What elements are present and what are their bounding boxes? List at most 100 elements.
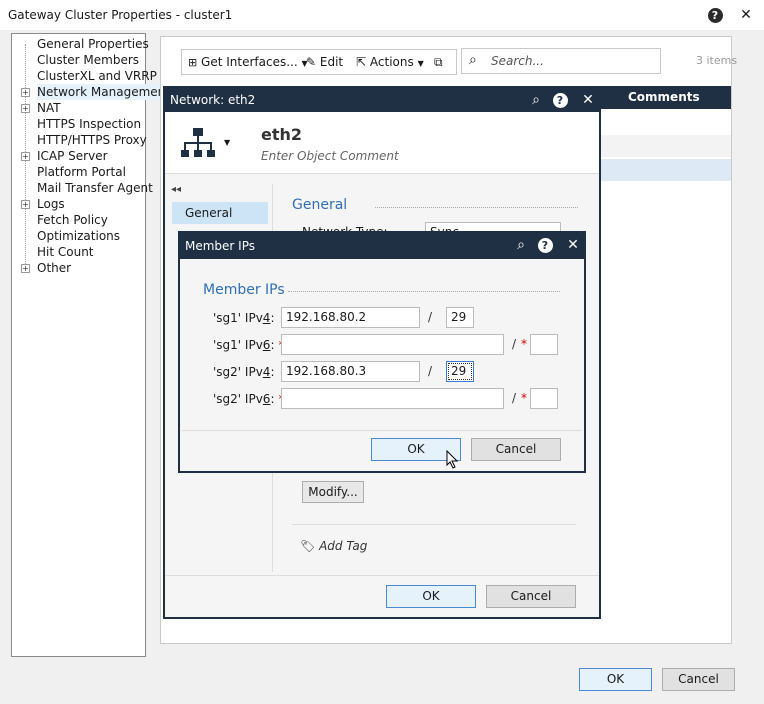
- ip-address-input[interactable]: 192.168.80.3: [281, 361, 420, 382]
- tree-item-label: Cluster Members: [37, 53, 140, 67]
- member-ip-label: 'sg1' IPv6:*: [213, 338, 284, 352]
- mask-separator: /: [428, 364, 433, 378]
- tree-item-label: HTTPS Inspection: [37, 117, 142, 131]
- ip-address-input[interactable]: [281, 334, 504, 355]
- member-ip-row: 'sg1' IPv6:* / *: [180, 334, 584, 356]
- actions-icon: ⇱: [356, 55, 367, 69]
- section-general-heading: General: [292, 197, 348, 213]
- search-input[interactable]: ⌕ Search...: [461, 48, 661, 74]
- cancel-button[interactable]: Cancel: [486, 585, 576, 608]
- column-header-comments[interactable]: Comments: [600, 86, 731, 109]
- close-icon[interactable]: ✕: [564, 236, 582, 254]
- tree-item-label: Fetch Policy: [37, 213, 108, 227]
- get-interfaces-icon: ⊞: [188, 56, 198, 69]
- search-icon[interactable]: ⌕: [512, 236, 530, 254]
- tree-item-label: Other: [37, 261, 72, 275]
- edit-button[interactable]: ✎ Edit: [306, 50, 343, 74]
- search-placeholder: Search...: [491, 54, 544, 68]
- member-ips-title: Member IPs: [185, 239, 255, 253]
- expand-icon[interactable]: +: [21, 264, 30, 273]
- member-ip-row: 'sg1' IPv4: 192.168.80.2 / 29: [180, 307, 584, 329]
- network-icon[interactable]: [181, 128, 215, 160]
- column-header-label: Comments: [628, 90, 700, 104]
- pencil-icon: ✎: [306, 55, 317, 69]
- get-interfaces-label: Get Interfaces...: [201, 55, 298, 69]
- tree-item-label: Network Management: [37, 84, 170, 100]
- mask-separator: /: [428, 310, 433, 324]
- member-ips-footer-divider: [182, 430, 582, 431]
- member-ip-label: 'sg2' IPv6:*: [213, 392, 284, 406]
- section-divider: [375, 207, 578, 208]
- collapse-nav-icon[interactable]: ◂◂: [171, 184, 181, 195]
- tree-item-label: General Properties: [37, 37, 149, 51]
- object-comment-field[interactable]: Enter Object Comment: [261, 149, 399, 163]
- member-ip-label: 'sg2' IPv4:: [213, 365, 275, 379]
- main-ok-button[interactable]: OK: [579, 668, 652, 691]
- subnet-mask-input[interactable]: 29: [446, 307, 474, 328]
- tree-item-label: Hit Count: [37, 245, 94, 259]
- network-dialog-titlebar: Network: eth2 ⌕ ? ✕: [165, 88, 599, 112]
- subnet-mask-input[interactable]: 29: [446, 361, 474, 382]
- ip-address-input[interactable]: [281, 388, 504, 409]
- mouse-cursor-icon: [446, 450, 459, 469]
- subnet-mask-input[interactable]: [530, 388, 558, 409]
- expand-icon[interactable]: +: [21, 88, 30, 97]
- window-title: Gateway Cluster Properties - cluster1: [8, 8, 233, 22]
- close-icon[interactable]: ✕: [737, 6, 755, 24]
- properties-tree: General Properties Cluster Members Cluster…: [11, 33, 170, 657]
- required-marker: *: [521, 391, 527, 405]
- required-marker: *: [521, 337, 527, 351]
- help-icon[interactable]: ?: [536, 236, 554, 254]
- network-object-header: ▼ eth2 Enter Object Comment: [165, 112, 599, 174]
- help-icon[interactable]: ?: [551, 91, 569, 109]
- table-row[interactable]: [600, 135, 731, 157]
- help-icon[interactable]: ?: [706, 6, 724, 24]
- object-name[interactable]: eth2: [261, 125, 302, 144]
- tree-item-label: Logs: [37, 197, 65, 211]
- expand-icon[interactable]: +: [21, 152, 30, 161]
- expand-icon[interactable]: +: [21, 200, 30, 209]
- dropdown-arrow-icon: ▼: [417, 59, 424, 68]
- network-dialog-title: Network: eth2: [170, 93, 256, 107]
- get-interfaces-button[interactable]: ⊞ Get Interfaces... ▼: [188, 50, 308, 74]
- edit-label: Edit: [319, 55, 344, 69]
- interfaces-toolbar: ⊞ Get Interfaces... ▼ ✎ Edit ⇱ Actions ▼…: [181, 49, 457, 75]
- items-count: 3 items: [696, 54, 738, 67]
- main-cancel-button[interactable]: Cancel: [662, 668, 735, 691]
- add-tag-label: Add Tag: [319, 539, 368, 553]
- section-divider: [288, 291, 560, 292]
- network-dialog-footer: OK Cancel: [165, 575, 599, 619]
- subnet-mask-input[interactable]: [530, 334, 558, 355]
- member-cancel-button[interactable]: Cancel: [471, 438, 561, 461]
- open-window-icon[interactable]: ⧉: [434, 50, 443, 74]
- member-ips-dialog: Member IPs ⌕ ? ✕ Member IPs 'sg1' IPv4: 1…: [178, 231, 586, 473]
- modify-button[interactable]: Modify...: [302, 481, 364, 503]
- expand-icon[interactable]: +: [21, 104, 30, 113]
- mask-separator: /: [512, 391, 517, 405]
- nav-item-general[interactable]: General: [172, 202, 268, 224]
- ip-address-input[interactable]: 192.168.80.2: [281, 307, 420, 328]
- gateway-cluster-properties-window: Gateway Cluster Properties - cluster1 ? …: [0, 0, 764, 704]
- add-tag-link[interactable]: 🏷 Add Tag: [300, 539, 367, 553]
- table-row[interactable]: [600, 159, 731, 181]
- tree-item-label: NAT: [37, 101, 61, 115]
- tag-divider: [292, 524, 576, 525]
- search-icon[interactable]: ⌕: [527, 91, 545, 109]
- close-icon[interactable]: ✕: [579, 91, 597, 109]
- ok-button[interactable]: OK: [386, 585, 476, 608]
- search-icon: ⌕: [469, 52, 477, 68]
- member-ip-row: 'sg2' IPv6:* / *: [180, 388, 584, 410]
- tree-item-label: Mail Transfer Agent: [37, 181, 153, 195]
- tree-item-label: HTTP/HTTPS Proxy: [37, 133, 147, 147]
- tag-icon: 🏷: [300, 539, 316, 553]
- actions-button[interactable]: ⇱ Actions ▼: [356, 50, 424, 74]
- member-ip-row: 'sg2' IPv4: 192.168.80.3 / 29: [180, 361, 584, 383]
- chevron-down-icon[interactable]: ▼: [224, 138, 230, 147]
- title-bar: Gateway Cluster Properties - cluster1 ? …: [0, 0, 764, 30]
- tree-item-label: ICAP Server: [37, 149, 108, 163]
- member-ips-heading: Member IPs: [203, 282, 285, 298]
- member-ip-label: 'sg1' IPv4:: [213, 311, 275, 325]
- tree-item-label: Platform Portal: [37, 165, 126, 179]
- mask-separator: /: [512, 337, 517, 351]
- actions-label: Actions: [369, 55, 414, 69]
